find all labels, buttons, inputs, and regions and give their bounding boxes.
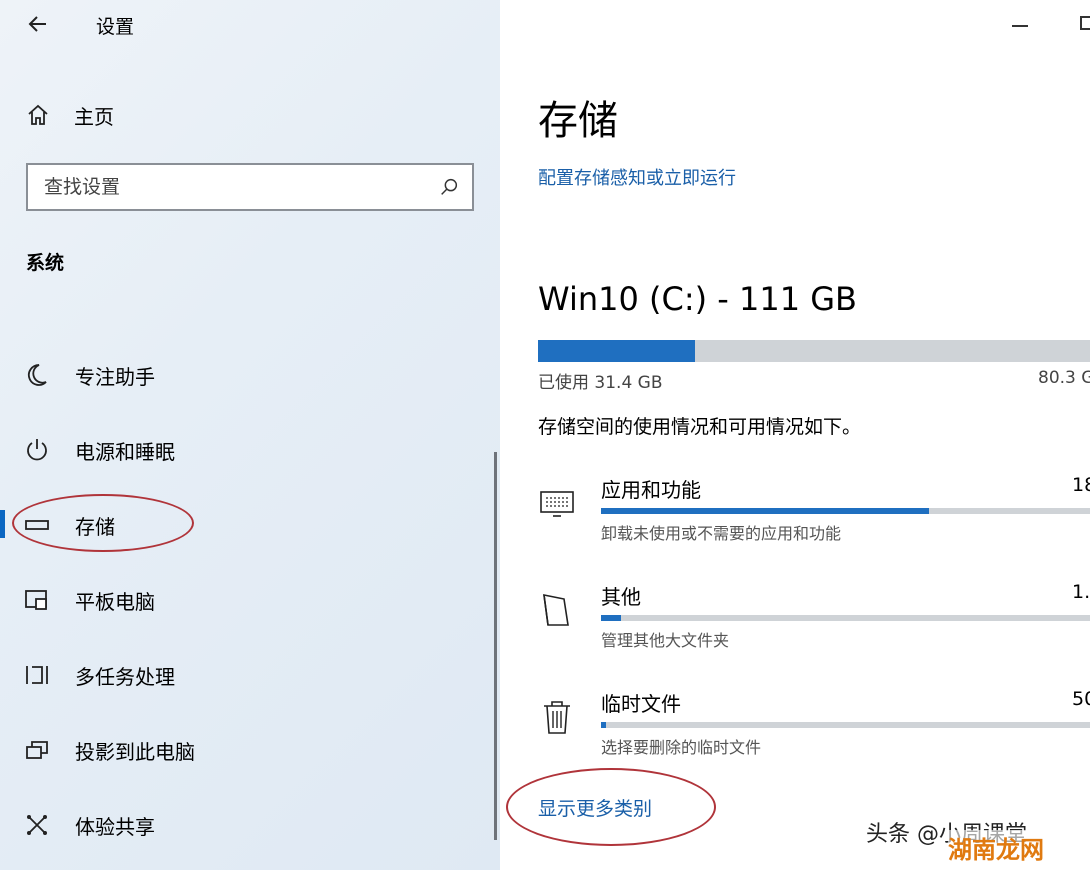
search-box: [26, 163, 474, 211]
tablet-icon: [25, 590, 47, 610]
home-nav-item[interactable]: 主页: [26, 100, 114, 130]
storage-annotation-oval: [12, 494, 194, 552]
sidebar-item-label: 体验共享: [75, 815, 155, 839]
sidebar-item-label: 多任务处理: [75, 665, 175, 689]
search-icon[interactable]: [438, 176, 460, 198]
sidebar-item-label: 平板电脑: [75, 590, 155, 614]
category-bar-fill: [601, 508, 930, 514]
sidebar-item-power-sleep[interactable]: 电源和睡眠: [0, 427, 496, 471]
sidebar-item-tablet[interactable]: 平板电脑: [0, 577, 496, 621]
category-other[interactable]: 其他 1. 管理其他大文件夹: [500, 581, 1090, 661]
category-bar-fill: [601, 615, 621, 621]
main-pane: 存储 配置存储感知或立即运行 Win10 (C:) - 111 GB 已使用 3…: [500, 0, 1090, 870]
category-subtitle: 卸载未使用或不需要的应用和功能: [601, 524, 842, 543]
category-bar: [601, 615, 1090, 621]
drive-usage-fill: [538, 340, 695, 362]
sidebar-item-label: 电源和睡眠: [75, 440, 175, 464]
drive-title: Win10 (C:) - 111 GB: [538, 280, 857, 318]
sidebar: 设置 主页 系统 专注助手 电源和睡眠 存储: [0, 0, 500, 870]
search-input[interactable]: [28, 165, 428, 209]
drive-usage-bar: [538, 340, 1090, 362]
minimize-icon[interactable]: [1012, 25, 1028, 27]
sidebar-scrollbar[interactable]: [494, 452, 497, 840]
sidebar-item-label: 投影到此电脑: [75, 740, 195, 764]
multitasking-icon: [26, 666, 48, 684]
moon-icon: [27, 364, 47, 386]
category-bar-fill: [601, 722, 606, 728]
sidebar-item-shared-experiences[interactable]: 体验共享: [0, 802, 496, 846]
apps-icon: [540, 491, 574, 517]
page-title: 存储: [538, 98, 618, 144]
power-icon: [27, 439, 47, 461]
category-bar: [601, 722, 1090, 728]
category-size: 1.: [1072, 581, 1090, 603]
category-temp-files[interactable]: 临时文件 50 选择要删除的临时文件: [500, 688, 1090, 768]
storage-description: 存储空间的使用情况和可用情况如下。: [538, 416, 862, 438]
maximize-icon[interactable]: [1080, 16, 1090, 30]
category-name: 临时文件: [601, 692, 681, 716]
category-size: 18: [1072, 474, 1090, 496]
more-categories-annotation-oval: [506, 768, 716, 846]
section-title: 系统: [26, 252, 65, 274]
watermark-site: 湖南龙网: [948, 830, 1044, 865]
home-icon: [28, 104, 48, 125]
category-name: 应用和功能: [601, 478, 701, 502]
category-subtitle: 选择要删除的临时文件: [601, 738, 762, 757]
back-arrow-icon[interactable]: [26, 12, 50, 36]
home-label: 主页: [74, 104, 114, 129]
category-bar: [601, 508, 1090, 514]
used-space-label: 已使用 31.4 GB: [538, 373, 663, 393]
app-title: 设置: [96, 16, 135, 38]
category-size: 50: [1072, 688, 1090, 710]
sidebar-item-project[interactable]: 投影到此电脑: [0, 727, 496, 771]
project-icon: [26, 741, 48, 759]
free-space-label: 80.3 G: [1038, 368, 1090, 388]
category-name: 其他: [601, 585, 641, 609]
sidebar-item-focus-assist[interactable]: 专注助手: [0, 352, 496, 396]
sidebar-item-multitasking[interactable]: 多任务处理: [0, 652, 496, 696]
other-files-icon: [543, 593, 569, 626]
share-icon: [27, 815, 47, 835]
category-apps[interactable]: 应用和功能 18 卸载未使用或不需要的应用和功能: [500, 474, 1090, 554]
trash-icon: [544, 701, 570, 734]
configure-storage-sense-link[interactable]: 配置存储感知或立即运行: [538, 164, 736, 190]
sidebar-item-label: 专注助手: [75, 365, 155, 389]
category-subtitle: 管理其他大文件夹: [601, 631, 730, 650]
